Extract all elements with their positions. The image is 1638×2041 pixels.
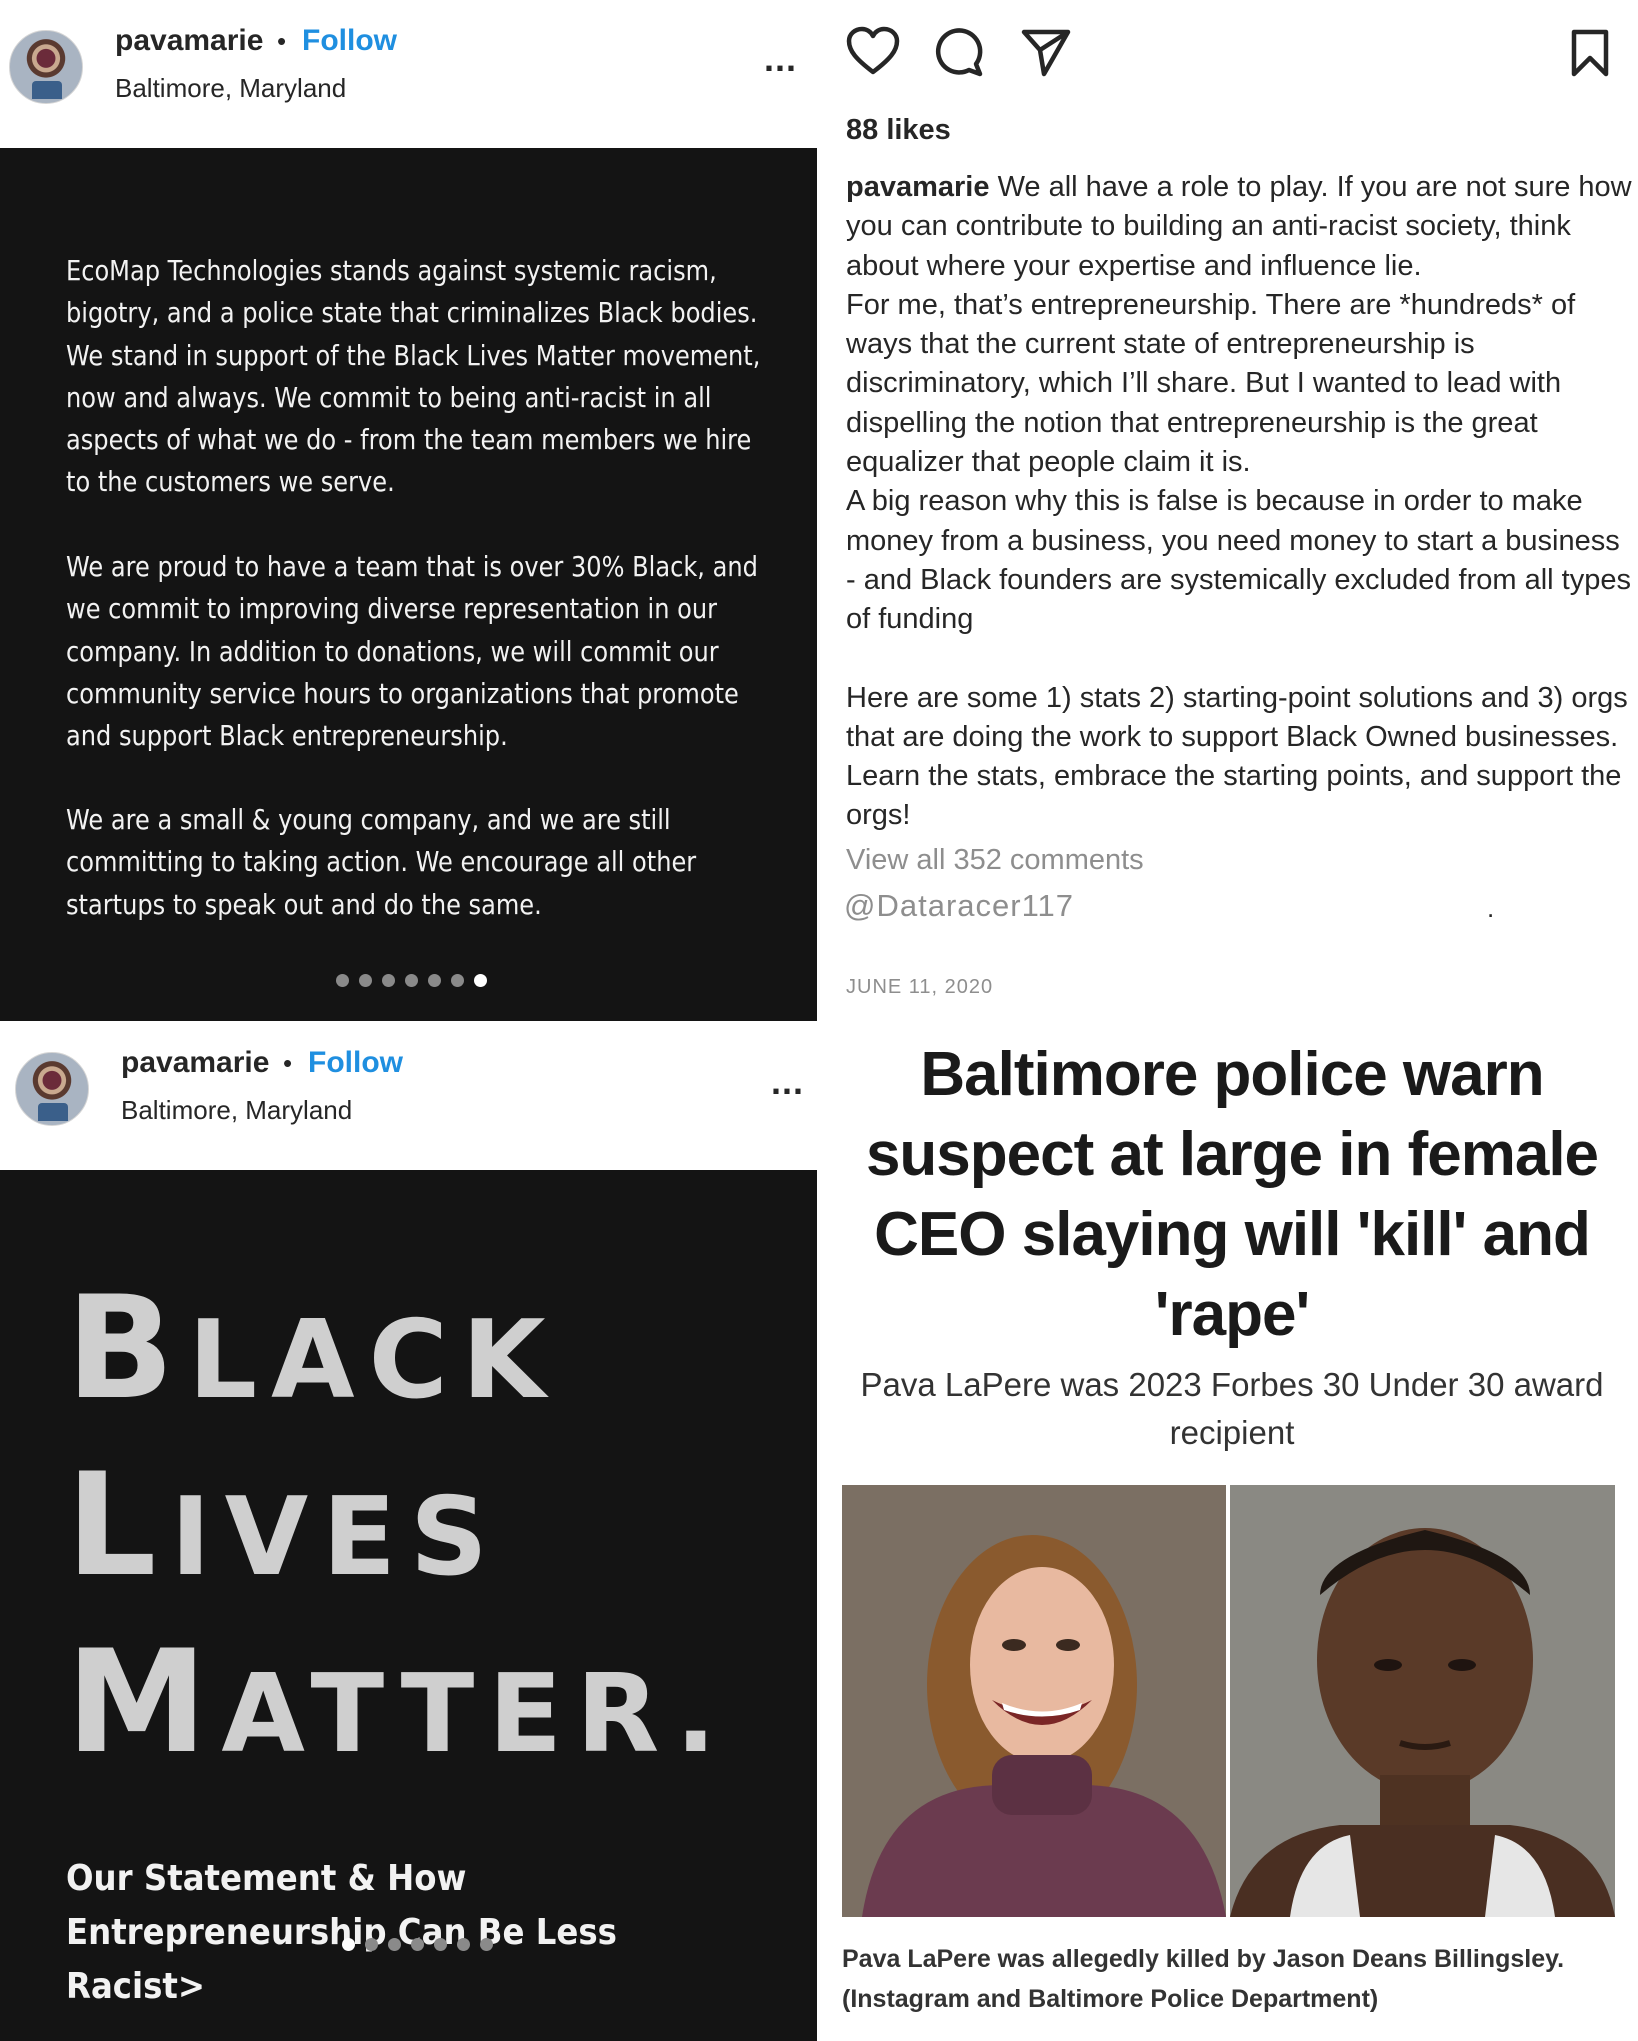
carousel-dot <box>411 1938 424 1951</box>
statement-paragraph-1: EcoMap Technologies stands against syste… <box>66 254 761 499</box>
carousel-dot <box>382 974 395 987</box>
carousel-dot <box>388 1938 401 1951</box>
carousel-dot <box>336 974 349 987</box>
more-options-icon[interactable]: ... <box>764 38 797 80</box>
news-subheadline: Pava LaPere was 2023 Forbes 30 Under 30 … <box>860 1366 1604 1451</box>
statement-paragraph-2: We are proud to have a team that is over… <box>66 550 758 753</box>
carousel-dot <box>365 1938 378 1951</box>
blm-word-black: BLACK <box>66 1266 560 1431</box>
avatar[interactable] <box>9 30 83 104</box>
caption-username[interactable]: pavamarie <box>846 171 990 203</box>
watermark-handle: @Dataracer117 <box>844 888 1074 923</box>
carousel-dot-active <box>342 1938 355 1951</box>
separator-dot: • <box>277 26 287 56</box>
view-comments-link[interactable]: View all 352 comments <box>846 844 1144 877</box>
carousel-indicator <box>342 1938 493 1951</box>
share-icon[interactable] <box>1020 28 1072 78</box>
blm-word-lives: LIVES <box>66 1443 502 1608</box>
location[interactable]: Baltimore, Maryland <box>121 1095 352 1126</box>
caption-paragraph-3: A big reason why this is false is becaus… <box>846 485 1631 636</box>
news-article: Baltimore police warn suspect at large i… <box>817 1021 1638 2041</box>
bookmark-icon[interactable] <box>1570 28 1610 78</box>
statement-slide[interactable]: EcoMap Technologies stands against syste… <box>0 148 817 1021</box>
woman-portrait-image <box>842 1485 1226 1917</box>
caption-paragraph-1: pavamarie We all have a role to play. If… <box>846 171 1632 282</box>
carousel-dot <box>359 974 372 987</box>
blm-word-matter: MATTER. <box>66 1620 731 1785</box>
carousel-dot <box>405 974 418 987</box>
avatar[interactable] <box>15 1052 89 1126</box>
statement-post: pavamarie • Follow Baltimore, Maryland .… <box>0 0 817 1021</box>
photo-man <box>1230 1485 1615 1917</box>
carousel-dot <box>480 1938 493 1951</box>
heart-icon[interactable] <box>846 26 900 76</box>
post-header: pavamarie • Follow Baltimore, Maryland .… <box>0 1021 817 1169</box>
post-caption: pavamarie We all have a role to play. If… <box>846 168 1636 836</box>
caption-paragraph-4: Here are some 1) stats 2) starting-point… <box>846 681 1628 832</box>
more-options-icon[interactable]: ... <box>771 1061 804 1103</box>
blm-slide[interactable]: BLACK LIVES MATTER. Our Statement & How … <box>0 1170 817 2041</box>
carousel-indicator <box>336 974 487 987</box>
username[interactable]: pavamarie <box>115 24 263 58</box>
carousel-dot <box>457 1938 470 1951</box>
follow-button[interactable]: Follow <box>308 1046 403 1080</box>
carousel-dot-active <box>474 974 487 987</box>
carousel-dot <box>451 974 464 987</box>
photo-caption: Pava LaPere was allegedly killed by Jaso… <box>842 1945 1565 2013</box>
blm-post: pavamarie • Follow Baltimore, Maryland .… <box>0 1021 817 2041</box>
separator-dot: • <box>283 1048 293 1078</box>
comment-icon[interactable] <box>932 26 984 78</box>
carousel-dot <box>434 1938 447 1951</box>
caption-paragraph-2: For me, that’s entrepreneurship. There a… <box>846 288 1576 479</box>
blm-subtitle: Our Statement & How Entrepreneurship Can… <box>66 1858 617 2007</box>
follow-button[interactable]: Follow <box>302 24 397 58</box>
post-header: pavamarie • Follow Baltimore, Maryland .… <box>0 0 817 148</box>
statement-paragraph-3: We are a small & young company, and we a… <box>66 803 697 921</box>
stray-mark: . <box>1487 893 1495 923</box>
likes-count[interactable]: 88 likes <box>846 114 951 147</box>
post-date: JUNE 11, 2020 <box>846 976 994 998</box>
post-details: 88 likes pavamarie We all have a role to… <box>817 0 1638 1021</box>
photo-woman <box>842 1485 1226 1917</box>
news-headline: Baltimore police warn suspect at large i… <box>865 1040 1599 1349</box>
carousel-dot <box>428 974 441 987</box>
man-portrait-image <box>1230 1485 1615 1917</box>
username[interactable]: pavamarie <box>121 1046 269 1080</box>
location[interactable]: Baltimore, Maryland <box>115 73 346 104</box>
